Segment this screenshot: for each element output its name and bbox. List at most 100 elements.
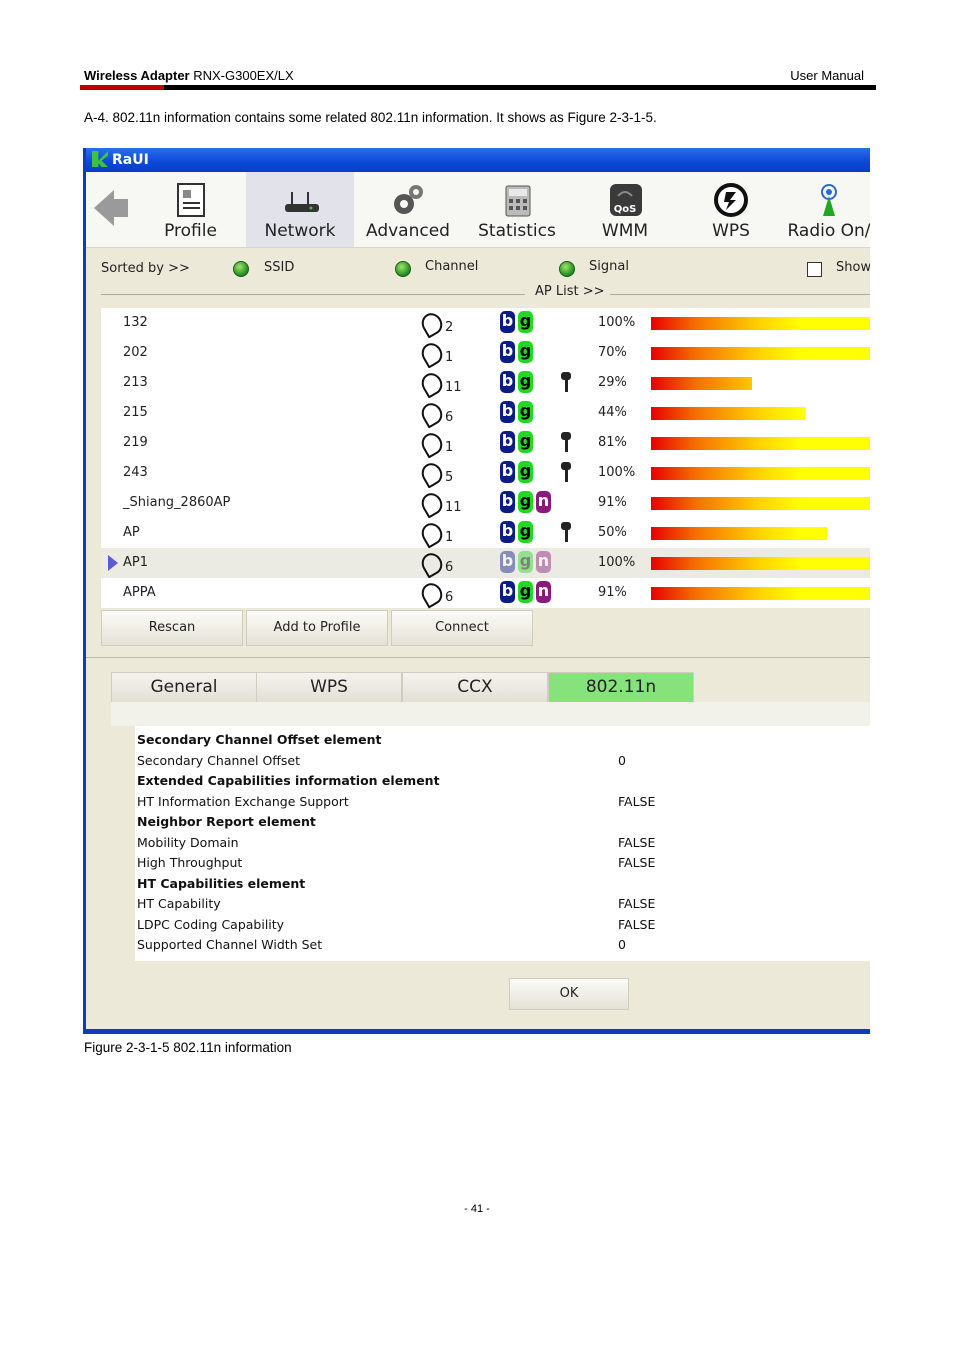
info-field-value: 0 [618, 752, 626, 768]
info-field-value: 0 [618, 937, 626, 952]
ap-row[interactable]: 243 5 b g 100% [101, 458, 870, 489]
router-icon [285, 192, 319, 212]
toolbar-network[interactable]: Network [246, 172, 354, 247]
signal-bar [651, 317, 870, 330]
info-field-label: HT Capability [137, 896, 221, 911]
mode-b-icon: b [500, 431, 515, 453]
sorted-by-label: Sorted by >> [101, 261, 190, 276]
signal-bar [651, 497, 870, 510]
info-field-value: FALSE [618, 916, 656, 932]
header-doc-type: User Manual [790, 68, 864, 83]
channel-icon [417, 429, 447, 459]
ap-channel-number: 11 [445, 500, 462, 515]
ap-ssid: 243 [123, 465, 148, 480]
ap-ssid: 219 [123, 435, 148, 450]
ap-ssid: 132 [123, 315, 148, 330]
info-field-value: FALSE [618, 793, 656, 809]
toolbar-advanced[interactable]: Advanced [354, 172, 462, 247]
sort-signal-label: Signal [589, 259, 629, 274]
key-icon [561, 372, 571, 394]
toolbar-wmm-label: WMM [601, 221, 649, 241]
sort-ssid-label: SSID [264, 260, 295, 275]
info-field-label: Secondary Channel Offset [137, 752, 301, 768]
ap-channel-number: 6 [445, 410, 454, 425]
ap-row[interactable]: 219 1 b g 81% [101, 428, 870, 459]
ap-channel: 2 [417, 309, 454, 339]
tab-general[interactable]: General [111, 672, 257, 703]
sort-channel-radio[interactable] [395, 261, 411, 277]
mode-b-icon: b [500, 461, 515, 483]
toolbar-wps-label: WPS [712, 221, 750, 241]
info-section-heading: HT Capabilities element [137, 875, 306, 891]
mode-g-icon: g [518, 521, 533, 543]
ap-ssid: 215 [123, 405, 148, 420]
ap-channel: 6 [417, 579, 453, 609]
show-checkbox[interactable] [807, 262, 822, 277]
rescan-button[interactable]: Rescan [101, 610, 243, 646]
mode-g-icon: g [518, 311, 533, 333]
ap-ssid: 202 [123, 345, 148, 360]
sort-ssid-radio[interactable] [233, 261, 249, 277]
ap-channel-number: 2 [445, 320, 454, 335]
calculator-icon [505, 185, 531, 217]
tab-wps[interactable]: WPS [256, 672, 402, 703]
channel-icon [417, 579, 447, 609]
mode-n-icon: n [536, 581, 551, 603]
toolbar-wmm[interactable]: QoS WMM [572, 172, 678, 247]
ap-row[interactable]: 132 2 b g 100% [101, 308, 870, 339]
toolbar-profile[interactable]: Profile [138, 172, 243, 247]
ap-modes: bg [500, 311, 536, 333]
mode-n-icon: n [536, 551, 551, 573]
gears-icon [394, 185, 423, 214]
ap-row[interactable]: AP 1 b g 50% [101, 518, 870, 549]
mode-b-icon: b [500, 581, 515, 603]
tab-802-11n[interactable]: 802.11n [548, 672, 694, 703]
signal-bar [651, 377, 752, 390]
ap-row[interactable]: AP1 6 b g n 100% [101, 548, 870, 579]
mode-b-icon: b [500, 341, 515, 363]
toolbar-advanced-label: Advanced [366, 221, 450, 241]
ap-modes: bg [500, 521, 536, 543]
ap-row[interactable]: 202 1 b g 70% [101, 338, 870, 369]
key-icon [561, 462, 571, 484]
sort-signal-radio[interactable] [559, 261, 575, 277]
signal-bar [651, 527, 827, 540]
tab-ccx[interactable]: CCX [402, 672, 548, 703]
section-divider [86, 657, 870, 658]
toolbar-wps[interactable]: WPS [678, 172, 784, 247]
signal-bar [651, 437, 870, 450]
ap-channel-number: 1 [445, 530, 454, 545]
back-arrow-tail [112, 199, 128, 217]
ap-modes: bg [500, 401, 536, 423]
ap-row[interactable]: _Shiang_2860AP 11 b g n 91% [101, 488, 870, 519]
connect-button[interactable]: Connect [391, 610, 533, 646]
header-rule [164, 85, 876, 90]
toolbar-radio[interactable]: Radio On/ [784, 172, 870, 247]
ap-channel: 6 [417, 549, 453, 579]
page-number: - 41 - [464, 1203, 490, 1215]
ap-channel: 5 [417, 459, 453, 489]
channel-icon [417, 399, 447, 429]
ap-row[interactable]: 215 6 b g 44% [101, 398, 870, 429]
ok-button[interactable]: OK [509, 978, 629, 1010]
channel-icon [417, 489, 447, 519]
ap-signal-percent: 81% [598, 435, 627, 450]
info-section-heading: Extended Capabilities information elemen… [137, 773, 440, 788]
mode-g-icon: g [518, 581, 533, 603]
ap-ssid: _Shiang_2860AP [123, 495, 231, 510]
ap-row[interactable]: APPA 6 b g n 91% [101, 578, 870, 609]
ap-row[interactable]: 213 11 b g 29% [101, 368, 870, 399]
toolbar-statistics[interactable]: Statistics [462, 172, 572, 247]
back-button[interactable] [86, 172, 138, 247]
ap-channel: 11 [417, 489, 462, 519]
info-field-value: FALSE [618, 896, 656, 911]
add-to-profile-button[interactable]: Add to Profile [246, 610, 388, 646]
key-icon [561, 522, 571, 544]
ap-ssid: AP1 [123, 555, 149, 570]
ap-channel: 6 [417, 399, 454, 429]
mode-b-icon: b [500, 401, 515, 423]
sort-channel-label: Channel [425, 259, 479, 274]
header-rule-accent [80, 85, 164, 90]
channel-icon [417, 339, 447, 369]
mode-b-icon: b [500, 521, 515, 543]
